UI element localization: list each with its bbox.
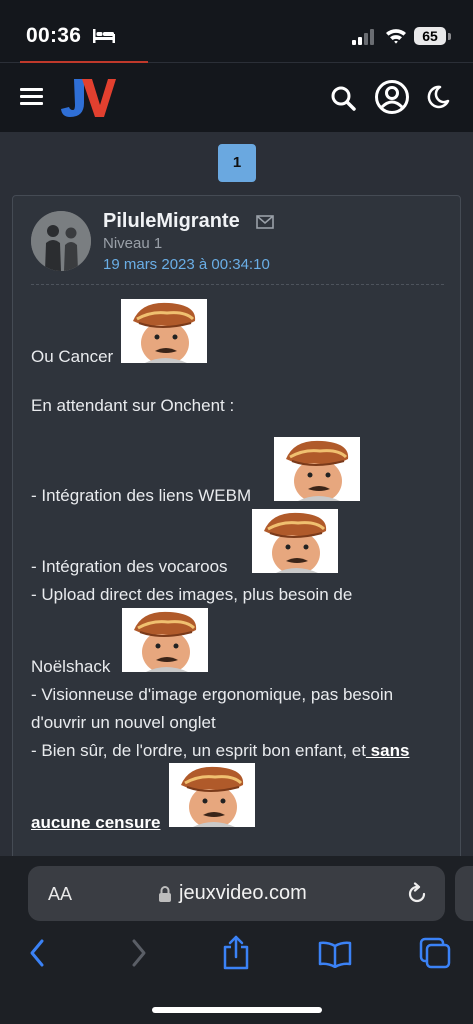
forum-post: PiluleMigrante Niveau 1 19 mars 2023 à 0… [12,195,461,897]
text-size-button[interactable]: AA [48,884,72,905]
status-time: 00:36 [26,24,82,47]
avatar[interactable] [31,211,91,271]
bold-text: aucune censure [31,813,161,832]
post-text-line: aucune censure [31,813,160,833]
post-text-line: - Intégration des vocaroos [31,557,228,576]
forward-icon[interactable] [126,936,150,970]
post-text-line: Noëlshack [31,657,111,676]
reload-icon[interactable] [405,882,429,906]
search-icon[interactable] [330,85,356,111]
post-divider [31,284,444,285]
post-text-line: - Intégration des liens WEBM [31,486,252,505]
bed-icon [93,29,115,43]
battery-tip [448,33,451,40]
page-button-current[interactable]: 1 [218,144,256,182]
bold-text: sans [365,741,410,760]
sticker-image [122,608,208,672]
home-indicator[interactable] [152,1007,322,1013]
url-text[interactable]: jeuxvideo.com [179,882,307,905]
share-icon[interactable] [221,934,251,970]
battery-level: 65 [414,27,446,45]
post-author[interactable]: PiluleMigrante [103,210,240,233]
tabs-icon[interactable] [419,937,451,969]
post-text-line: Ou Cancer [31,347,114,366]
post-text-line: En attendant sur Onchent : [31,396,235,415]
post-date[interactable]: 19 mars 2023 à 00:34:10 [103,256,270,273]
bookmarks-icon[interactable] [318,940,352,968]
post-text-line: - Visionneuse d'image ergonomique, pas b… [31,685,394,704]
moon-icon[interactable] [425,84,451,110]
hamburger-icon[interactable] [20,88,43,106]
lock-icon [159,886,171,902]
account-icon[interactable] [374,79,410,115]
wifi-icon [386,29,406,44]
back-icon[interactable] [26,936,50,970]
post-text-line: d'ouvrir un nouvel onglet [31,713,216,732]
post-text-line: - Bien sûr, de l'ordre, un esprit bon en… [31,741,409,761]
jv-logo[interactable] [60,77,116,119]
site-header [0,63,473,132]
sticker-image [252,509,338,573]
sticker-image [121,299,207,363]
next-tab-peek[interactable] [455,866,473,921]
sticker-image [169,763,255,827]
sticker-image [274,437,360,501]
post-text: - Bien sûr, de l'ordre, un esprit bon en… [31,741,366,760]
mail-icon[interactable] [256,215,274,229]
author-level: Niveau 1 [103,235,163,252]
signal-icon [352,29,374,45]
post-text-line: - Upload direct des images, plus besoin … [31,585,353,604]
